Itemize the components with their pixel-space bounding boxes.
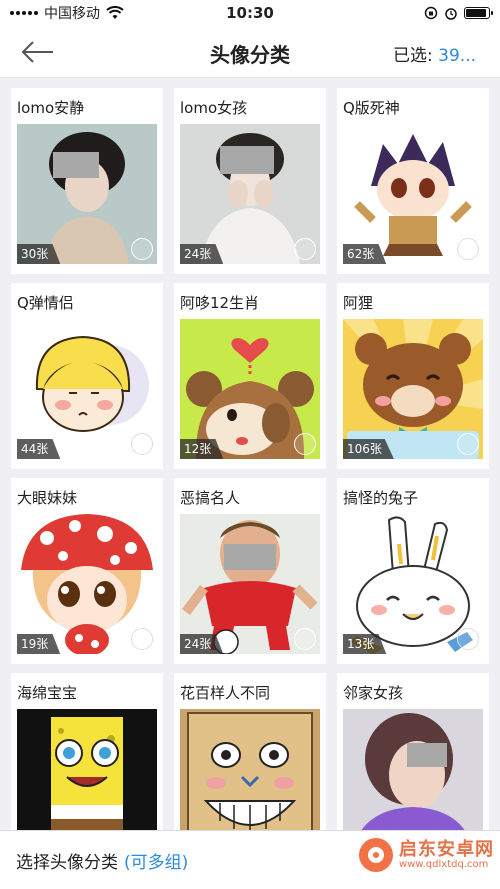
select-checkbox[interactable] (131, 628, 153, 650)
category-grid: lomo安静 30张 lomo女孩 24张 Q版死神 62张 Q弹情侣 44张 … (0, 78, 500, 830)
category-thumbnail: 12张 (180, 319, 320, 459)
watermark-logo-icon (359, 838, 393, 872)
category-thumbnail (17, 709, 157, 830)
category-card[interactable]: 大眼妹妹 19张 (11, 478, 163, 664)
category-thumbnail: 13张 (343, 514, 483, 654)
status-right (424, 6, 493, 20)
category-thumbnail: 30张 (17, 124, 157, 264)
category-thumbnail: 62张 (343, 124, 483, 264)
bottom-bar-label: 选择头像分类 (16, 852, 118, 873)
bottom-bar-hint: (可多组) (124, 852, 189, 873)
category-card[interactable]: 海绵宝宝 (11, 673, 163, 830)
category-card[interactable]: lomo女孩 24张 (174, 88, 326, 274)
status-left: 中国移动 (10, 3, 124, 23)
category-thumbnail (343, 709, 483, 830)
category-title: lomo安静 (17, 99, 85, 117)
category-title: 恶搞名人 (180, 489, 241, 507)
category-card[interactable]: Q版死神 62张 (337, 88, 489, 274)
category-card[interactable]: 邻家女孩 (337, 673, 489, 830)
category-card[interactable]: 搞怪的兔子 13张 (337, 478, 489, 664)
signal-icon (10, 11, 38, 15)
category-card[interactable]: 阿哆12生肖 12张 (174, 283, 326, 469)
watermark-text: 启东安卓网 www.qdlxtdq.com (399, 838, 494, 871)
category-title: 搞怪的兔子 (343, 489, 419, 507)
selected-number: 39... (438, 46, 476, 66)
wifi-icon (106, 6, 124, 19)
watermark: 启东安卓网 www.qdlxtdq.com (359, 838, 494, 872)
category-card[interactable]: 恶搞名人 24张 (174, 478, 326, 664)
category-title: 大眼妹妹 (17, 489, 78, 507)
select-checkbox[interactable] (131, 433, 153, 455)
category-thumbnail: 24张 (180, 514, 320, 654)
select-checkbox[interactable] (457, 433, 479, 455)
category-title: 阿狸 (343, 294, 374, 312)
status-bar: 中国移动 10:30 (0, 0, 500, 26)
select-checkbox[interactable] (294, 628, 316, 650)
select-checkbox[interactable] (457, 238, 479, 260)
nav-bar: 头像分类 已选: 39... (0, 26, 500, 78)
category-card[interactable]: lomo安静 30张 (11, 88, 163, 274)
watermark-title: 启东安卓网 (399, 838, 494, 860)
battery-icon (464, 7, 493, 19)
alarm-icon (445, 8, 457, 20)
selected-count: 已选: 39... (393, 41, 476, 66)
category-thumbnail (180, 709, 320, 830)
orientation-lock-icon (424, 6, 438, 20)
category-card[interactable]: Q弹情侣 44张 (11, 283, 163, 469)
category-title: 阿哆12生肖 (180, 294, 260, 312)
category-thumbnail: 106张 (343, 319, 483, 459)
select-checkbox[interactable] (457, 628, 479, 650)
category-thumbnail: 44张 (17, 319, 157, 459)
select-checkbox[interactable] (294, 433, 316, 455)
category-title: 海绵宝宝 (17, 684, 78, 702)
category-thumbnail: 19张 (17, 514, 157, 654)
category-title: lomo女孩 (180, 99, 248, 117)
category-thumbnail: 24张 (180, 124, 320, 264)
watermark-url: www.qdlxtdq.com (399, 859, 489, 871)
category-title: 花百样人不同 (180, 684, 271, 702)
select-checkbox[interactable] (131, 238, 153, 260)
select-checkbox[interactable] (294, 238, 316, 260)
category-card[interactable]: 阿狸 106张 (337, 283, 489, 469)
category-title: Q版死神 (343, 99, 400, 117)
selected-label: 已选: (393, 46, 433, 66)
category-card[interactable]: 花百样人不同 (174, 673, 326, 830)
category-title: 邻家女孩 (343, 684, 404, 702)
carrier-label: 中国移动 (44, 6, 100, 22)
category-title: Q弹情侣 (17, 294, 74, 312)
